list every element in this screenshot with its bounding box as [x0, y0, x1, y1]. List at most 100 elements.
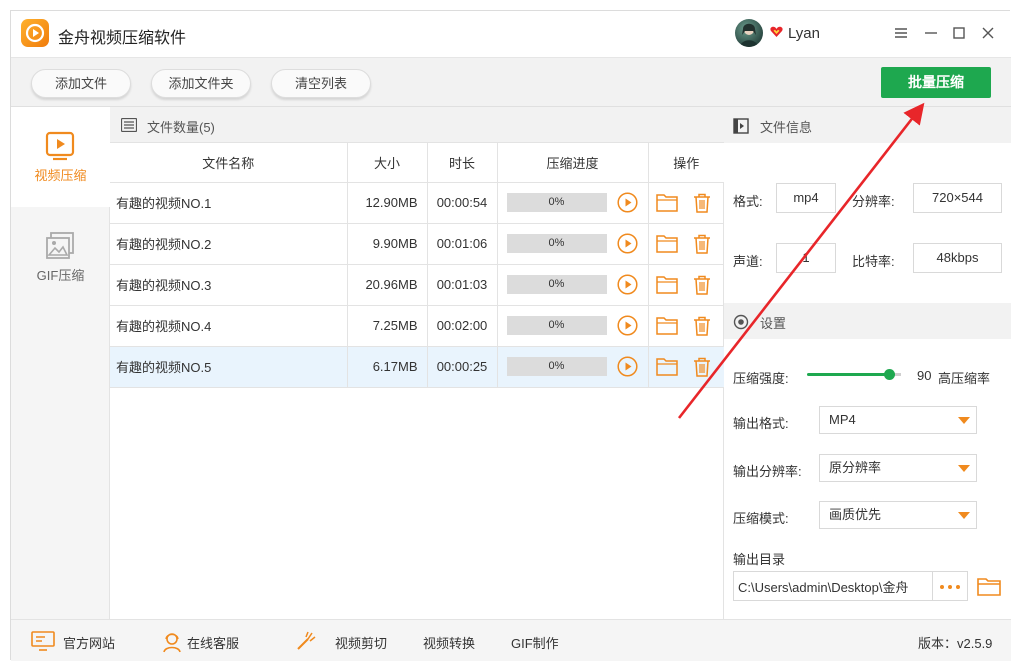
folder-icon[interactable] — [655, 316, 678, 335]
delete-icon[interactable] — [693, 234, 711, 254]
footer: 官方网站 在线客服 视频剪切 视频转换 GIF制作 版本：v2.5.9 — [11, 619, 1011, 661]
folder-icon[interactable] — [655, 275, 678, 294]
channel-label: 声道: — [733, 254, 763, 269]
sidebar-item-gif-compress[interactable]: GIF压缩 — [11, 207, 110, 307]
column-header-size: 大小 — [347, 143, 428, 183]
strength-slider-track[interactable] — [895, 373, 901, 376]
dropdown-caret-icon — [958, 417, 970, 424]
online-support-label: 在线客服 — [187, 636, 240, 651]
list-icon — [121, 118, 137, 132]
vip-heart-icon — [770, 26, 783, 37]
strength-label: 压缩强度: — [733, 371, 789, 386]
progress-bar: 0% — [506, 357, 607, 376]
table-row[interactable]: 有趣的视频NO.5 6.17MB 00:00:25 0% — [110, 346, 724, 388]
minimize-icon[interactable] — [921, 23, 941, 43]
play-icon[interactable] — [616, 233, 638, 254]
progress-bar: 0% — [506, 275, 607, 294]
bitrate-value: 48kbps — [913, 243, 1002, 273]
folder-icon[interactable] — [655, 357, 678, 376]
user-avatar[interactable] — [735, 19, 763, 47]
sidebar-item-label: 视频压缩 — [34, 168, 87, 183]
sidebar: 视频压缩 GIF压缩 — [11, 107, 110, 619]
play-icon[interactable] — [616, 356, 638, 377]
table-row[interactable]: 有趣的视频NO.3 20.96MB 00:01:03 0% — [110, 264, 724, 306]
resolution-label: 分辨率: — [852, 194, 895, 209]
folder-icon[interactable] — [655, 193, 678, 212]
file-duration: 00:01:03 — [427, 264, 498, 306]
file-name: 有趣的视频NO.2 — [110, 223, 348, 265]
app-window: 金舟视频压缩软件 Lyan 添加文件 添加文件夹 清空列表 批量压缩 视频压缩 — [10, 10, 1011, 661]
column-header-name: 文件名称 — [110, 143, 348, 183]
online-support-link[interactable]: 在线客服 — [161, 620, 251, 662]
app-logo-icon — [21, 19, 49, 47]
monitor-icon — [31, 631, 55, 651]
video-cut-link[interactable]: 视频剪切 — [335, 633, 387, 652]
progress-bar: 0% — [506, 234, 607, 253]
file-size: 12.90MB — [347, 182, 428, 224]
file-size: 20.96MB — [347, 264, 428, 306]
sidebar-item-video-compress[interactable]: 视频压缩 — [11, 107, 110, 207]
file-name: 有趣的视频NO.4 — [110, 305, 348, 347]
file-info-title: 文件信息 — [760, 120, 813, 135]
official-website-label: 官方网站 — [63, 636, 116, 651]
folder-icon[interactable] — [655, 234, 678, 253]
compress-mode-label: 压缩模式: — [733, 511, 789, 526]
output-format-value: MP4 — [829, 412, 856, 427]
file-count: 文件数量(5) — [147, 120, 215, 135]
right-panel: 文件信息 格式: mp4 分辨率: 720×544 声道: 1 比特率: 48k… — [724, 107, 1011, 619]
delete-icon[interactable] — [693, 357, 711, 377]
delete-icon[interactable] — [693, 275, 711, 295]
progress-bar: 0% — [506, 316, 607, 335]
column-header-duration: 时长 — [427, 143, 498, 183]
title-bar: 金舟视频压缩软件 Lyan — [11, 11, 1011, 57]
table-row[interactable]: 有趣的视频NO.4 7.25MB 00:02:00 0% — [110, 305, 724, 347]
menu-icon[interactable] — [891, 23, 911, 43]
output-dir-label: 输出目录 — [733, 552, 786, 567]
file-name: 有趣的视频NO.3 — [110, 264, 348, 306]
file-table: 文件名称 大小 时长 压缩进度 操作 有趣的视频NO.1 12.90MB 00:00… — [110, 143, 724, 388]
add-file-button[interactable]: 添加文件 — [31, 69, 131, 98]
column-header-progress: 压缩进度 — [497, 143, 649, 183]
strength-value: 90 — [917, 368, 932, 383]
file-name: 有趣的视频NO.5 — [110, 346, 348, 388]
clear-list-button[interactable]: 清空列表 — [271, 69, 371, 98]
file-size: 7.25MB — [347, 305, 428, 347]
compress-mode-select[interactable]: 画质优先 — [819, 501, 977, 529]
gif-make-link[interactable]: GIF制作 — [511, 633, 559, 652]
file-duration: 00:00:25 — [427, 346, 498, 388]
browse-more-button[interactable] — [933, 571, 968, 601]
file-list-header: 文件数量(5) — [110, 107, 724, 143]
open-folder-icon[interactable] — [977, 576, 1001, 596]
delete-icon[interactable] — [693, 316, 711, 336]
compress-mode-value: 画质优先 — [829, 507, 882, 522]
file-info-header: 文件信息 — [724, 107, 1011, 143]
add-folder-button[interactable]: 添加文件夹 — [151, 69, 251, 98]
video-convert-link[interactable]: 视频转换 — [423, 633, 475, 652]
maximize-icon[interactable] — [949, 23, 969, 43]
file-duration: 00:01:06 — [427, 223, 498, 265]
official-website-link[interactable]: 官方网站 — [31, 620, 121, 662]
strength-slider-fill — [807, 373, 895, 376]
play-icon[interactable] — [616, 274, 638, 295]
close-icon[interactable] — [978, 23, 998, 43]
play-icon[interactable] — [616, 315, 638, 336]
strength-slider-handle[interactable] — [884, 369, 895, 380]
play-icon[interactable] — [616, 192, 638, 213]
table-row[interactable]: 有趣的视频NO.1 12.90MB 00:00:54 0% — [110, 182, 724, 224]
table-header-row: 文件名称 大小 时长 压缩进度 操作 — [110, 143, 724, 183]
output-resolution-select[interactable]: 原分辨率 — [819, 454, 977, 482]
output-resolution-value: 原分辨率 — [829, 460, 882, 475]
gif-compress-icon — [46, 232, 74, 259]
delete-icon[interactable] — [693, 193, 711, 213]
output-format-select[interactable]: MP4 — [819, 406, 977, 434]
promo-tools-icon — [297, 631, 316, 650]
output-format-label: 输出格式: — [733, 416, 789, 431]
table-row[interactable]: 有趣的视频NO.2 9.90MB 00:01:06 0% — [110, 223, 724, 265]
format-value: mp4 — [776, 183, 836, 213]
file-list-panel: 文件数量(5) 文件名称 大小 时长 压缩进度 操作 有趣的视频NO.1 12.9… — [110, 107, 724, 619]
output-dir-input[interactable] — [733, 571, 933, 601]
batch-compress-button[interactable]: 批量压缩 — [881, 67, 991, 98]
dropdown-caret-icon — [958, 512, 970, 519]
dropdown-caret-icon — [958, 465, 970, 472]
support-agent-icon — [163, 633, 181, 653]
